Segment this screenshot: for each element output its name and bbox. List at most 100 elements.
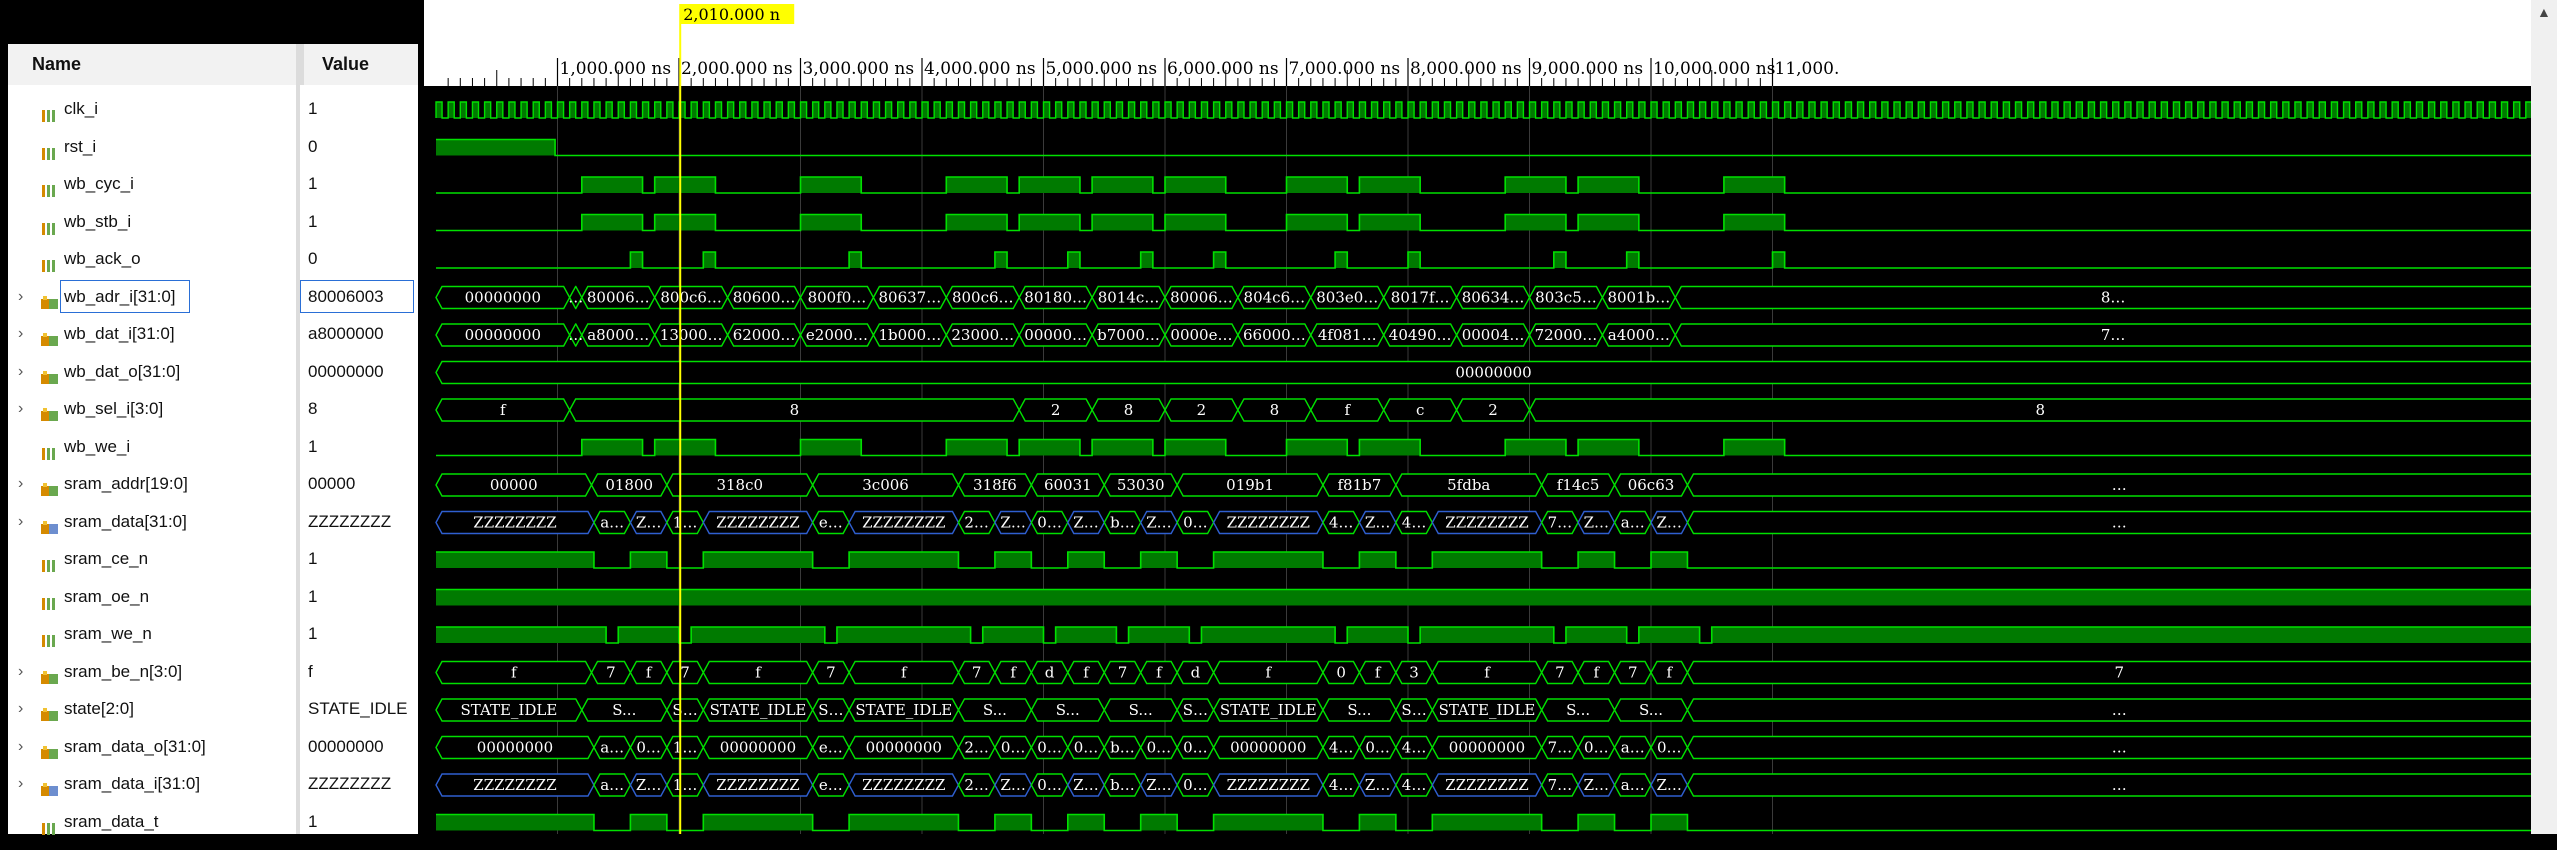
high-level-fill — [800, 177, 862, 193]
waveform-viewer[interactable]: 1,000.000 ns 2,000.000 ns 3,000.000 ns 4,00… — [424, 0, 2531, 834]
clock-high-fill — [1383, 102, 1390, 118]
bus-value-label: 01800 — [605, 476, 653, 494]
clock-high-fill — [2161, 102, 2168, 118]
bus-value-label: STATE_IDLE — [855, 701, 952, 719]
bus-value-label: 2 — [1051, 401, 1061, 419]
signal-name-label: wb_dat_i[31:0] — [64, 324, 175, 343]
ruler-tick-label: 2,000.000 ns — [681, 59, 793, 79]
bus-value-label: ZZZZZZZZ — [473, 514, 556, 532]
bus-value-label: 4… — [1402, 739, 1427, 757]
signal-row-sram-be-n[interactable]: › sram_be_n[3:0] — [8, 653, 296, 690]
bit-out-icon — [40, 813, 60, 835]
clock-high-fill — [1991, 102, 1998, 118]
signal-row-sram-addr[interactable]: › sram_addr[19:0] — [8, 465, 296, 502]
expand-chevron-icon[interactable]: › — [18, 315, 23, 352]
clock-high-fill — [958, 102, 965, 118]
clock-high-fill — [2039, 102, 2046, 118]
signal-row-sram-data-i[interactable]: › sram_data_i[31:0] — [8, 765, 296, 802]
signal-name-label: sram_data[31:0] — [64, 511, 187, 531]
column-divider[interactable] — [296, 44, 304, 85]
expand-chevron-icon[interactable]: › — [18, 690, 23, 727]
signal-row-wb-dat-i[interactable]: › wb_dat_i[31:0] — [8, 315, 296, 352]
clock-high-fill — [593, 102, 601, 118]
signal-row-sram-we-n[interactable]: sram_we_n — [8, 615, 296, 652]
clock-high-fill — [751, 102, 758, 118]
signal-row-wb-dat-o[interactable]: › wb_dat_o[31:0] — [8, 353, 296, 390]
expand-chevron-icon[interactable]: › — [18, 353, 23, 390]
bit-waveform — [436, 588, 2531, 606]
bus-value-label: e… — [819, 776, 843, 794]
expand-chevron-icon[interactable]: › — [18, 390, 23, 427]
clock-high-fill — [1687, 102, 1694, 118]
expand-chevron-icon[interactable]: › — [18, 465, 23, 502]
signal-row-clk-i[interactable]: clk_i — [8, 90, 296, 127]
expand-chevron-icon[interactable]: › — [18, 728, 23, 765]
bus-value-label: a4000… — [1608, 326, 1670, 344]
clock-high-fill — [2513, 102, 2520, 118]
signal-row-sram-oe-n[interactable]: sram_oe_n — [8, 578, 296, 615]
expand-chevron-icon[interactable]: › — [18, 653, 23, 690]
signal-row-sram-data-o[interactable]: › sram_data_o[31:0] — [8, 728, 296, 765]
signal-row-wb-sel-i[interactable]: › wb_sel_i[3:0] — [8, 390, 296, 427]
name-column-header[interactable]: Name — [32, 54, 81, 75]
high-level-fill — [436, 589, 2531, 606]
high-level-fill — [1772, 252, 1785, 268]
bus-value-label: 0… — [1147, 739, 1172, 757]
value-column-header[interactable]: Value — [322, 54, 369, 75]
bus-value-label: 0 — [1336, 664, 1346, 682]
clock-high-fill — [739, 102, 746, 118]
scroll-up-icon[interactable]: ▲ — [2537, 4, 2551, 20]
clock-high-fill — [1493, 102, 1500, 118]
bus-value-label: … — [2112, 514, 2127, 532]
clock-high-fill — [1979, 102, 1986, 118]
clock-high-fill — [1808, 102, 1816, 118]
clock-high-fill — [788, 102, 795, 118]
high-level-fill — [654, 214, 716, 231]
high-level-fill — [1213, 814, 1323, 831]
expand-chevron-icon[interactable]: › — [18, 503, 23, 540]
waveform-canvas[interactable]: 1,000.000 ns 2,000.000 ns 3,000.000 ns 4,00… — [424, 0, 2531, 834]
clock-high-fill — [2076, 102, 2083, 118]
signal-row-rst-i[interactable]: rst_i — [8, 128, 296, 165]
signal-row-wb-adr-i[interactable]: › wb_adr_i[31:0] — [8, 278, 296, 315]
vertical-scrollbar[interactable]: ▲ — [2531, 0, 2557, 834]
ruler-tick-label: 7,000.000 ns — [1289, 59, 1401, 79]
bus-inout-icon — [40, 775, 60, 796]
expand-chevron-icon[interactable]: › — [18, 765, 23, 802]
signal-row-wb-ack-o[interactable]: wb_ack_o — [8, 240, 296, 277]
signal-value: 1 — [308, 99, 318, 118]
bus-value-label: S... — [1566, 701, 1590, 719]
high-level-fill — [1213, 252, 1226, 268]
high-level-fill — [1432, 552, 1542, 568]
clock-high-fill — [2489, 102, 2496, 118]
clock-high-fill — [1505, 102, 1512, 118]
high-level-fill — [849, 552, 959, 568]
signal-row-sram-ce-n[interactable]: sram_ce_n — [8, 540, 296, 577]
clock-high-fill — [1201, 102, 1208, 118]
signal-row-sram-data[interactable]: › sram_data[31:0] — [8, 503, 296, 540]
bus-value-label: 4f081… — [1318, 326, 1377, 344]
bus-value-label: 1… — [673, 514, 698, 532]
clock-high-fill — [2064, 102, 2071, 118]
clock-high-fill — [1675, 102, 1682, 118]
clock-high-fill — [1007, 102, 1014, 118]
signal-row-state[interactable]: › state[2:0] — [8, 690, 296, 727]
signal-value: 80006003 — [308, 286, 384, 306]
bus-value-label: a… — [600, 776, 624, 794]
high-level-fill — [630, 252, 643, 268]
clock-high-fill — [1104, 102, 1111, 118]
high-level-fill — [1140, 814, 1178, 831]
high-level-fill — [1505, 439, 1566, 456]
high-level-fill — [1578, 552, 1615, 568]
clock-high-fill — [569, 102, 576, 118]
signal-row-wb-we-i[interactable]: wb_we_i — [8, 428, 296, 465]
expand-chevron-icon[interactable]: › — [18, 278, 23, 315]
bus-value-label: Z… — [1000, 776, 1025, 794]
bus-out-icon — [40, 475, 60, 496]
clock-high-fill — [533, 102, 540, 118]
signal-row-wb-cyc-i[interactable]: wb_cyc_i — [8, 165, 296, 202]
high-level-fill — [1128, 627, 1190, 643]
bus-value-label: 06c63 — [1628, 476, 1675, 494]
signal-row-wb-stb-i[interactable]: wb_stb_i — [8, 203, 296, 240]
clock-high-fill — [1250, 102, 1257, 118]
